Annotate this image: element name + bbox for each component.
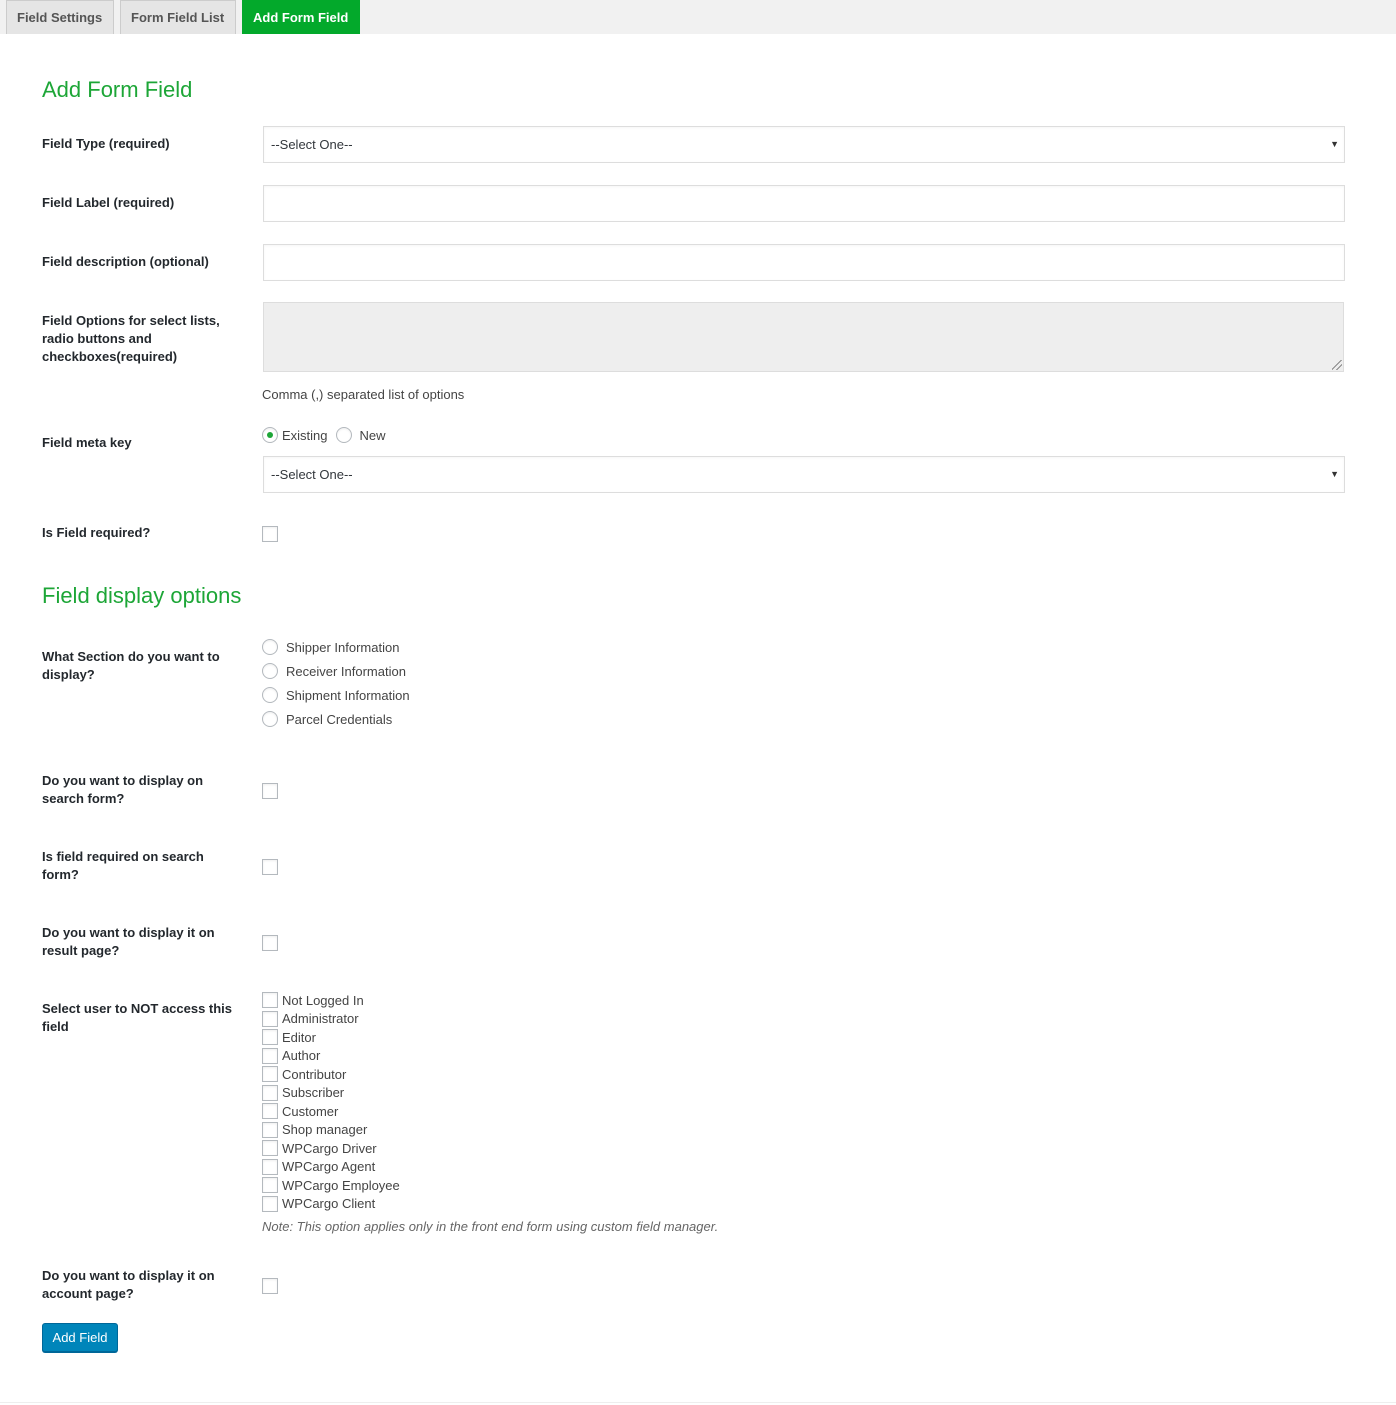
role-checkbox[interactable] (262, 1047, 278, 1064)
result-page-checkbox[interactable] (262, 935, 278, 951)
field-type-select[interactable]: --Select One-- ▼ (263, 126, 1345, 163)
add-field-button[interactable]: Add Field (42, 1323, 118, 1352)
role-checkbox[interactable] (262, 1029, 278, 1045)
result-page-label: Do you want to display it on result page… (42, 925, 215, 958)
role-checkbox[interactable] (262, 992, 278, 1008)
section-option: Shipper Information (262, 637, 399, 657)
meta-key-new-label: New (359, 427, 386, 443)
role-label: Not Logged In (282, 992, 364, 1008)
role-label: WPCargo Driver (282, 1140, 377, 1156)
search-required-checkbox[interactable] (262, 859, 278, 875)
resize-grip-icon[interactable] (1332, 360, 1342, 370)
role-option: WPCargo Agent (262, 1158, 375, 1176)
section-shipper-label: Shipper Information (286, 639, 400, 655)
role-checkbox[interactable] (262, 1103, 278, 1119)
role-option: WPCargo Client (262, 1195, 375, 1213)
role-label: Administrator (282, 1011, 359, 1026)
section-receiver-label: Receiver Information (286, 663, 406, 679)
section-receiver-radio[interactable] (262, 663, 278, 679)
role-option: Not Logged In (262, 991, 364, 1009)
role-label: Editor (282, 1029, 316, 1045)
meta-key-label: Field meta key (42, 435, 132, 450)
section-parcel-label: Parcel Credentials (286, 711, 393, 727)
account-page-checkbox[interactable] (262, 1278, 278, 1294)
role-option: Customer (262, 1102, 338, 1120)
field-label-label: Field Label (required) (42, 195, 175, 210)
role-checkbox[interactable] (262, 1158, 278, 1175)
chevron-down-icon: ▼ (1330, 139, 1339, 149)
role-option: Subscriber (262, 1084, 344, 1102)
role-label: Author (282, 1048, 321, 1063)
restrict-users-note: Note: This option applies only in the fr… (262, 1219, 719, 1234)
role-label: WPCargo Employee (282, 1177, 400, 1193)
role-label: Shop manager (282, 1122, 368, 1137)
role-checkbox[interactable] (262, 1140, 278, 1156)
section-option: Parcel Credentials (262, 709, 392, 729)
section-option: Receiver Information (262, 661, 406, 681)
role-label: WPCargo Agent (282, 1159, 376, 1174)
restrict-users-label: Select user to NOT access this field (42, 1001, 233, 1034)
role-option: Editor (262, 1028, 316, 1046)
account-page-label: Do you want to display it on account pag… (42, 1268, 215, 1301)
meta-key-existing-radio[interactable] (262, 427, 278, 443)
chevron-down-icon: ▼ (1330, 469, 1339, 479)
role-checkbox[interactable] (262, 1121, 278, 1138)
role-label: Customer (282, 1103, 339, 1119)
footer-divider (0, 1402, 1396, 1403)
section-parcel-radio[interactable] (262, 711, 278, 727)
role-option: Shop manager (262, 1121, 367, 1139)
is-required-label: Is Field required? (42, 525, 151, 540)
role-checkbox[interactable] (262, 1066, 278, 1082)
role-label: WPCargo Client (282, 1196, 376, 1211)
page-title: Add Form Field (42, 77, 193, 102)
tab-bar: Field Settings Form Field List Add Form … (0, 0, 1396, 34)
display-options-title: Field display options (42, 583, 242, 608)
meta-key-new-radio[interactable] (335, 427, 352, 443)
field-options-hint: Comma (,) separated list of options (262, 387, 465, 402)
role-label: Subscriber (282, 1085, 345, 1100)
role-checkbox[interactable] (262, 1084, 278, 1101)
tab-field-settings[interactable]: Field Settings (6, 0, 114, 34)
meta-key-select[interactable]: --Select One-- ▼ (263, 456, 1345, 493)
section-shipper-radio[interactable] (262, 639, 278, 655)
field-description-label: Field description (optional) (42, 254, 209, 269)
field-description-input[interactable] (263, 244, 1345, 281)
field-type-value: --Select One-- (271, 137, 353, 152)
field-options-textarea[interactable] (263, 302, 1344, 372)
meta-key-select-value: --Select One-- (271, 467, 353, 482)
role-option: WPCargo Employee (262, 1176, 400, 1194)
role-option: Administrator (262, 1010, 359, 1028)
tab-form-field-list[interactable]: Form Field List (120, 0, 236, 34)
section-shipment-radio[interactable] (262, 687, 278, 703)
meta-key-existing-label: Existing (282, 427, 328, 443)
role-option: WPCargo Driver (262, 1139, 377, 1157)
section-shipment-label: Shipment Information (286, 687, 410, 703)
role-label: Contributor (282, 1066, 347, 1082)
search-required-label: Is field required on search form? (42, 849, 204, 882)
search-form-checkbox[interactable] (262, 783, 278, 799)
meta-key-radio-group: Existing New (262, 427, 394, 443)
is-required-checkbox[interactable] (262, 526, 278, 542)
section-option: Shipment Information (262, 685, 410, 705)
field-label-input[interactable] (263, 185, 1345, 222)
field-options-label: Field Options for select lists, radio bu… (42, 313, 220, 364)
role-checkbox[interactable] (262, 1010, 278, 1027)
role-checkbox[interactable] (262, 1177, 278, 1193)
field-type-label: Field Type (required) (42, 136, 170, 151)
role-option: Author (262, 1047, 320, 1065)
section-label: What Section do you want to display? (42, 649, 220, 682)
role-option: Contributor (262, 1065, 346, 1083)
search-form-label: Do you want to display on search form? (42, 773, 204, 806)
role-checkbox[interactable] (262, 1195, 278, 1212)
tab-add-form-field[interactable]: Add Form Field (242, 0, 360, 34)
